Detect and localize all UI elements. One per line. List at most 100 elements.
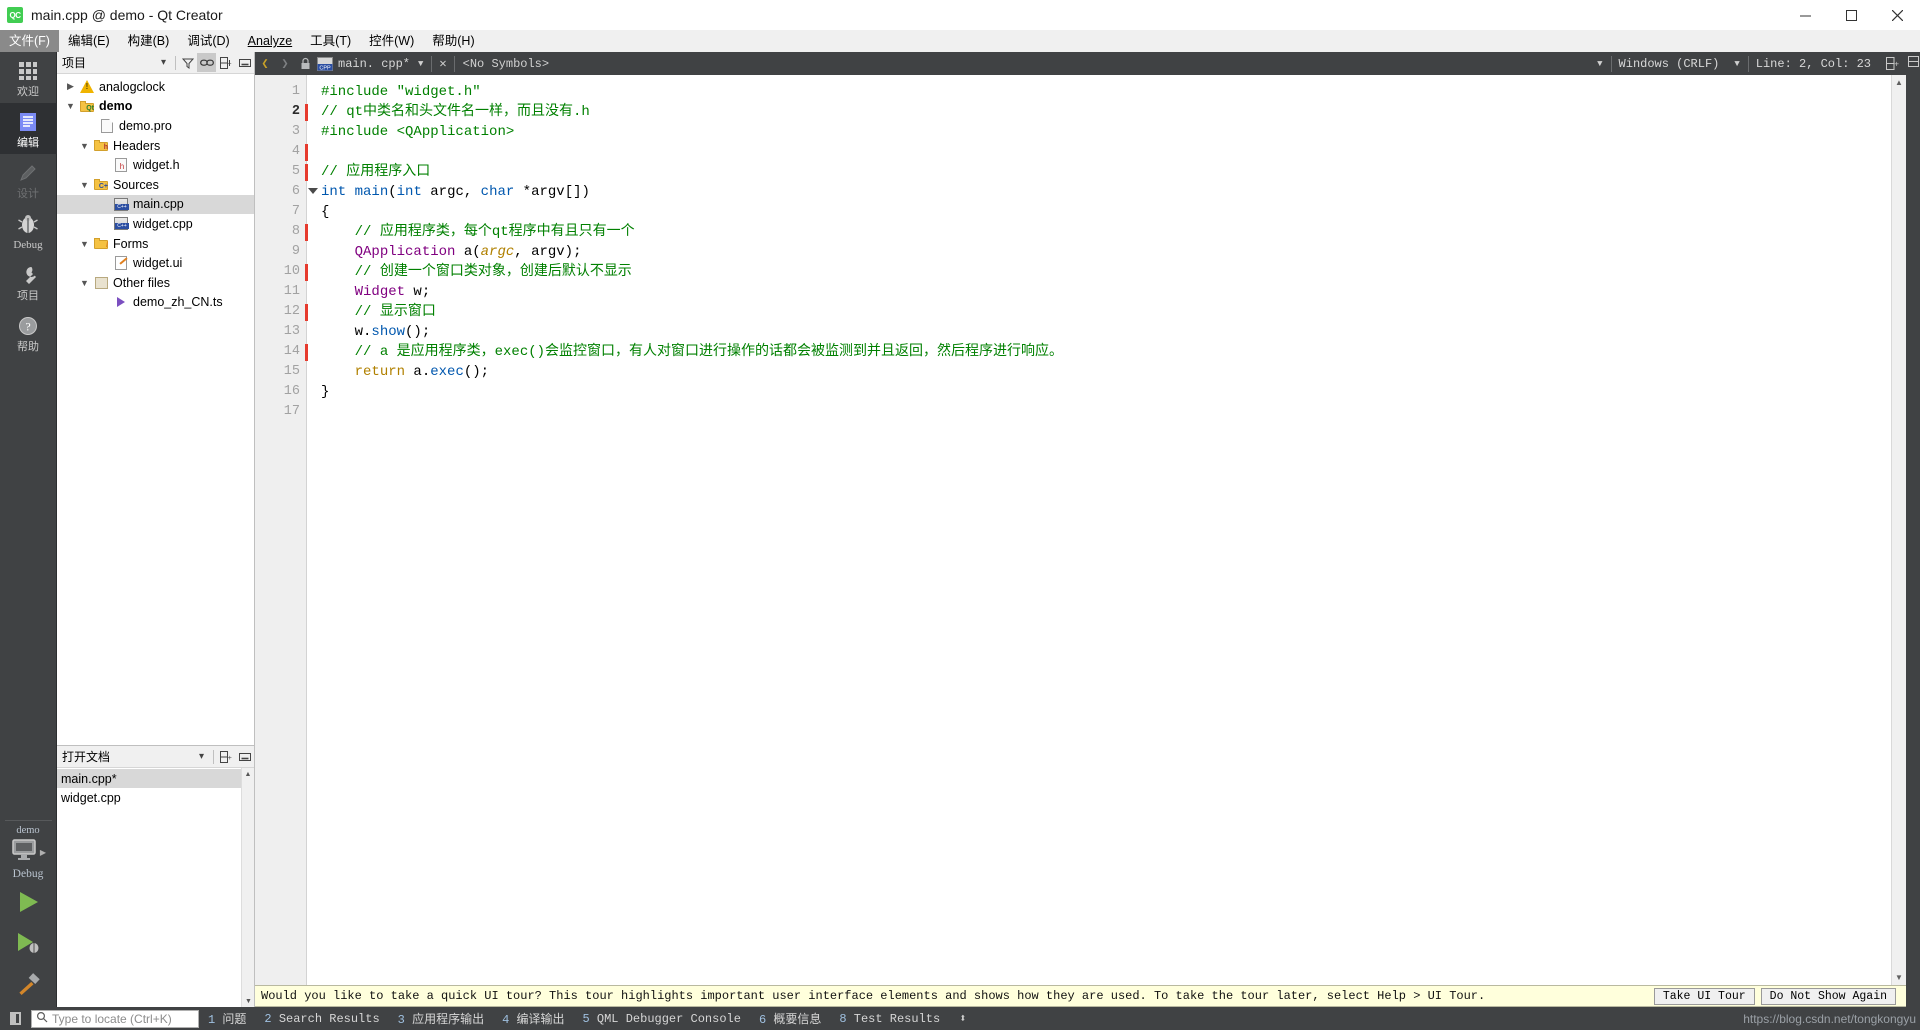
minimize-pane-icon[interactable]: [235, 53, 254, 72]
tree-row-widget-cpp[interactable]: widget.cpp: [57, 214, 254, 234]
output-pane-button-qml-debugger-console[interactable]: 5 QML Debugger Console: [574, 1012, 750, 1026]
fold-collapse-icon[interactable]: [308, 188, 318, 194]
lock-icon[interactable]: [295, 52, 315, 75]
chevron-down-icon[interactable]: ▼: [410, 59, 431, 69]
tree-row-analogclock[interactable]: ▶ analogclock: [57, 77, 254, 97]
open-document-label: main.cpp*: [61, 771, 117, 786]
minimize-icon[interactable]: [1782, 0, 1828, 30]
tree-row-widget-h[interactable]: widget.h: [57, 155, 254, 175]
tree-row-demo[interactable]: ▼ Qt demo: [57, 97, 254, 117]
output-pane-button-issues[interactable]: 1 问题: [199, 1010, 255, 1027]
tree-row-demo-zh-cn-ts[interactable]: demo_zh_CN.ts: [57, 293, 254, 313]
split-icon[interactable]: +: [1878, 52, 1906, 75]
tree-row-sources[interactable]: ▼ C+ Sources: [57, 175, 254, 195]
chevron-down-icon[interactable]: ▼: [77, 180, 92, 190]
mode-button-design[interactable]: 设计: [0, 154, 57, 205]
pane-divider: [175, 55, 176, 70]
close-icon[interactable]: ✕: [432, 56, 453, 71]
output-pane-button-application-output[interactable]: 3 应用程序输出: [389, 1010, 493, 1027]
menu-analyze[interactable]: Analyze: [239, 30, 301, 52]
code-editor[interactable]: 1 2 3 4 5 6 7 8 9 10 11 12 13 14 15 16 1: [255, 75, 1906, 985]
chevron-down-icon[interactable]: ▾: [192, 747, 211, 766]
scroll-up-icon[interactable]: ▲: [242, 768, 254, 780]
wrench-icon: [15, 262, 41, 288]
do-not-show-again-button[interactable]: Do Not Show Again: [1760, 987, 1896, 1005]
modified-line-marker: [305, 304, 308, 321]
open-documents-list[interactable]: main.cpp* widget.cpp ▲ ▼: [57, 768, 254, 1007]
project-pane-title: 项目: [62, 56, 87, 70]
scrollbar-track[interactable]: [1892, 90, 1906, 970]
output-pane-button-search-results[interactable]: 2 Search Results: [255, 1012, 388, 1026]
symbol-selector[interactable]: <No Symbols>: [455, 57, 549, 71]
filter-icon[interactable]: [178, 53, 197, 72]
minimize-pane-icon[interactable]: [235, 747, 254, 766]
split-icon[interactable]: +: [216, 747, 235, 766]
chevron-down-icon[interactable]: ▾: [154, 53, 173, 72]
line-ending-selector[interactable]: Windows (CRLF): [1612, 57, 1727, 71]
mode-button-edit[interactable]: 编辑: [0, 103, 57, 154]
scroll-up-icon[interactable]: ▲: [1892, 75, 1906, 90]
project-tree[interactable]: ▶ analogclock ▼ Qt demo demo.pro: [57, 74, 254, 745]
output-pane-button-test-results[interactable]: 8 Test Results: [830, 1012, 949, 1026]
chevron-down-icon[interactable]: ▼: [1589, 59, 1610, 69]
output-pane-button-general-messages[interactable]: 6 概要信息: [750, 1010, 830, 1027]
tree-row-forms[interactable]: ▼ / Forms: [57, 234, 254, 254]
scroll-down-icon[interactable]: ▼: [242, 995, 255, 1007]
menu-tools[interactable]: 工具(T): [301, 30, 360, 52]
question-mark-icon: ?: [15, 313, 41, 339]
code-text-area[interactable]: #include "widget.h" // qt中类名和头文件名一样，而且没有…: [307, 75, 1891, 985]
line-number: 4: [255, 142, 308, 162]
menu-widgets[interactable]: 控件(W): [360, 30, 423, 52]
link-icon[interactable]: [197, 53, 216, 72]
build-project-button[interactable]: [0, 966, 57, 1007]
menu-file[interactable]: 文件(F): [0, 30, 59, 52]
mode-button-projects[interactable]: 项目: [0, 256, 57, 307]
run-button[interactable]: [0, 884, 57, 925]
menu-debug[interactable]: 调试(D): [178, 30, 238, 52]
menu-help[interactable]: 帮助(H): [423, 30, 483, 52]
menu-build[interactable]: 构建(B): [119, 30, 179, 52]
scroll-down-icon[interactable]: ▼: [1892, 970, 1906, 985]
open-documents-title: 打开文档: [62, 750, 111, 764]
open-document-main-cpp[interactable]: main.cpp*: [57, 769, 254, 788]
tree-row-widget-ui[interactable]: widget.ui: [57, 253, 254, 273]
line-number-gutter: 1 2 3 4 5 6 7 8 9 10 11 12 13 14 15 16 1: [255, 75, 318, 985]
split-icon[interactable]: [1907, 56, 1919, 69]
chevron-down-icon[interactable]: ▼: [77, 239, 92, 249]
chevron-down-icon[interactable]: ▼: [77, 278, 92, 288]
left-side-panes: 项目 ▾ + ▶ ! analogclock ▼ Qt demo demo.pr…: [57, 52, 255, 1007]
chevron-down-icon[interactable]: ▼: [63, 101, 78, 111]
search-input[interactable]: Type to locate (Ctrl+K): [31, 1009, 199, 1028]
tree-row-demo-pro[interactable]: demo.pro: [57, 116, 254, 136]
output-pane-button-compile-output[interactable]: 4 编译输出: [493, 1010, 573, 1027]
tree-row-main-cpp[interactable]: main.cpp: [57, 194, 254, 215]
mode-button-welcome[interactable]: 欢迎: [0, 52, 57, 103]
kit-selector[interactable]: demo ▶ Debug: [0, 825, 57, 884]
chevron-down-icon[interactable]: ▼: [1726, 59, 1747, 69]
maximize-icon[interactable]: [1828, 0, 1874, 30]
current-file-combobox[interactable]: CPP main. cpp* ▼: [315, 56, 431, 71]
open-document-widget-cpp[interactable]: widget.cpp: [57, 788, 254, 807]
menu-edit[interactable]: 编辑(E): [59, 30, 119, 52]
start-debugging-button[interactable]: [0, 925, 57, 966]
forward-arrow-icon[interactable]: ❯: [275, 52, 295, 75]
up-down-arrows-icon[interactable]: ⬍: [949, 1011, 976, 1026]
editor-vertical-scrollbar[interactable]: ▲ ▼: [1891, 75, 1906, 985]
mode-button-debug[interactable]: Debug: [0, 205, 57, 256]
sidebar-toggle-icon[interactable]: [5, 1007, 25, 1030]
tree-label: Headers: [113, 138, 161, 153]
take-ui-tour-button[interactable]: Take UI Tour: [1653, 987, 1755, 1005]
open-documents-scrollbar[interactable]: ▲ ▼: [241, 768, 254, 1007]
tree-row-headers[interactable]: ▼ h Headers: [57, 136, 254, 156]
close-icon[interactable]: [1874, 0, 1920, 30]
split-icon[interactable]: +: [216, 53, 235, 72]
chevron-down-icon[interactable]: ▼: [77, 141, 92, 151]
modified-line-marker: [305, 264, 308, 281]
mode-button-help[interactable]: ? 帮助: [0, 307, 57, 358]
back-arrow-icon[interactable]: ❮: [255, 52, 275, 75]
line-number: 11: [283, 284, 300, 299]
svg-text:CPP: CPP: [319, 65, 331, 71]
chevron-right-icon[interactable]: ▶: [63, 81, 78, 92]
window-title: main.cpp @ demo - Qt Creator: [31, 7, 223, 23]
tree-row-other-files[interactable]: ▼ Other files: [57, 273, 254, 293]
